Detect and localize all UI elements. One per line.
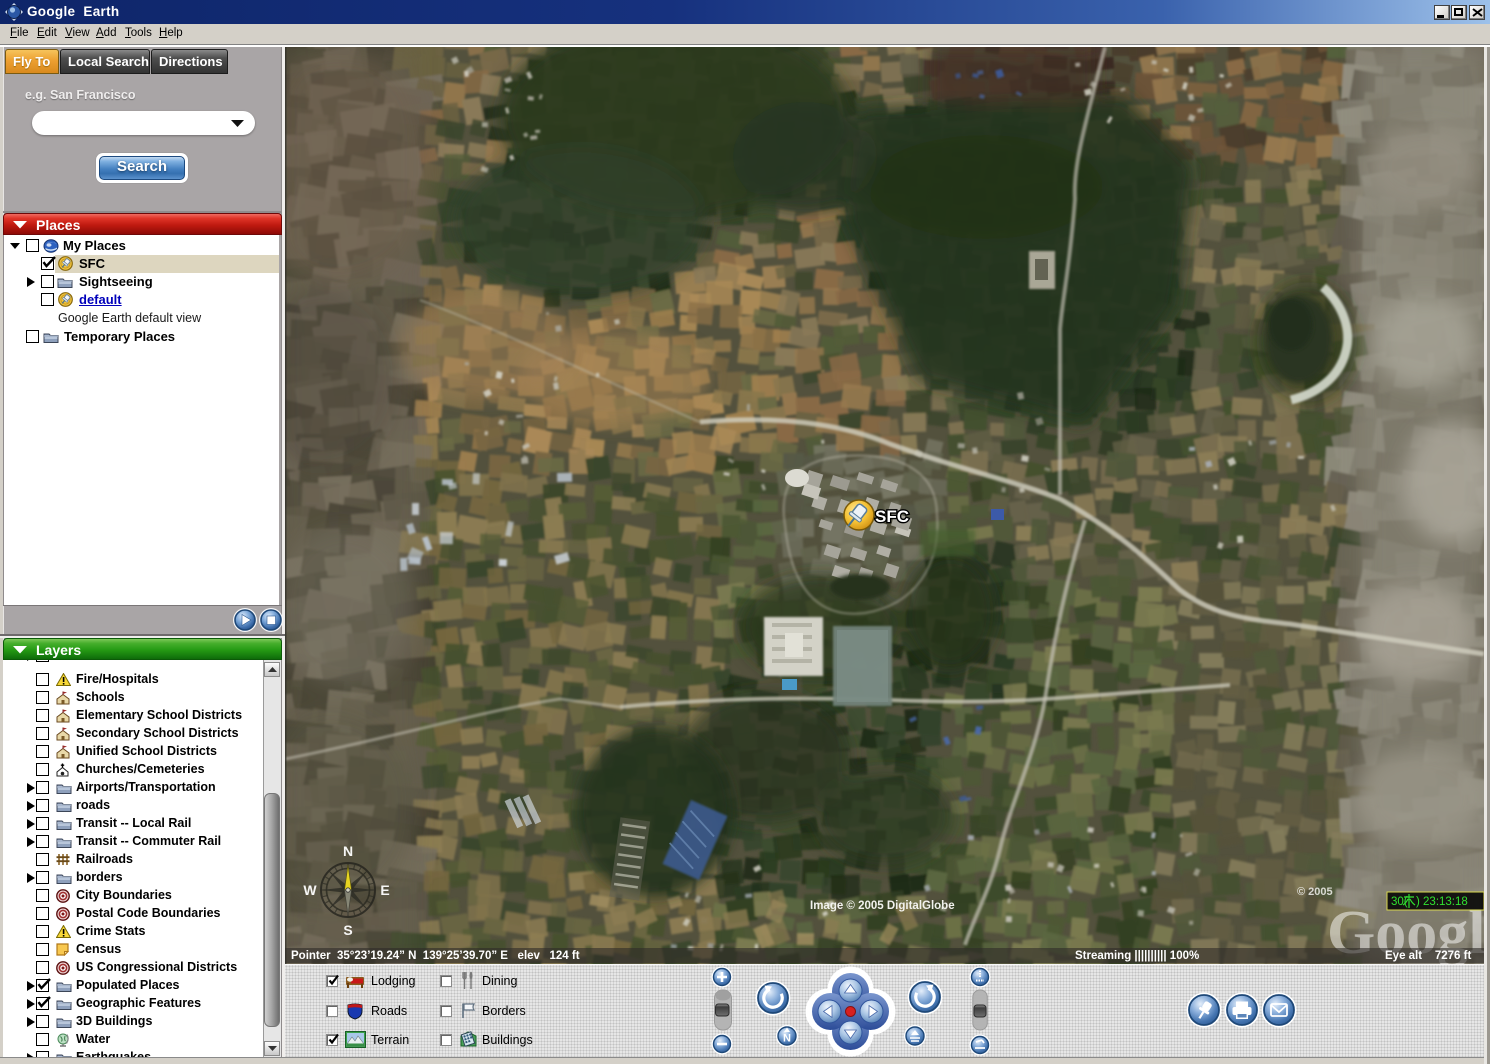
svg-text:© 2005: © 2005 — [1297, 886, 1333, 898]
svg-text:Eye alt 7276 ft: Eye alt 7276 ft — [1385, 950, 1471, 962]
svg-text:N: N — [343, 843, 353, 859]
svg-text:) 23:13:18: ) 23:13:18 — [1416, 896, 1468, 908]
svg-text:SFC: SFC — [875, 507, 909, 526]
svg-text:Pointer 35°23’19.24” N 139°2: Pointer 35°23’19.24” N 139°25’39.70” E e… — [291, 950, 580, 962]
svg-text:Image © 2005 DigitalGlobe: Image © 2005 DigitalGlobe — [810, 900, 955, 912]
svg-text:E: E — [380, 882, 389, 898]
svg-text:Streaming |||||||||| 100%: Streaming |||||||||| 100% — [1075, 950, 1199, 962]
svg-text:W: W — [303, 882, 317, 898]
svg-text:S: S — [343, 922, 352, 938]
svg-text:N: N — [783, 1033, 791, 1045]
svg-text:30(: 30( — [1391, 896, 1408, 908]
